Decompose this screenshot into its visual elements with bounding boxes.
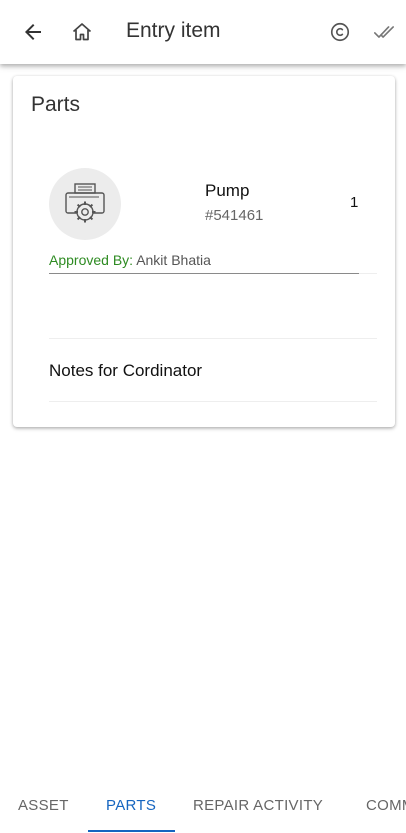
approver-name: Ankit Bhatia [136, 252, 211, 268]
approved-by-label: Approved By: [49, 252, 134, 268]
notes-for-coordinator[interactable]: Notes for Cordinator [49, 361, 202, 381]
printer-gear-icon [65, 183, 105, 223]
part-number: #541461 [205, 207, 264, 224]
divider [359, 273, 377, 274]
copyright-circle-icon [330, 22, 350, 42]
back-button[interactable] [17, 16, 49, 48]
arrow-left-icon [25, 24, 41, 40]
approval-underline [49, 273, 359, 274]
page-title: Entry item [126, 19, 221, 42]
part-avatar [49, 168, 121, 240]
app-bar: Entry item [0, 0, 406, 64]
refresh-button[interactable] [324, 16, 356, 48]
home-icon [72, 23, 92, 41]
part-list-item[interactable]: Pump #541461 1 Approved By: Ankit Bhatia [13, 166, 395, 276]
approve-button[interactable] [368, 16, 400, 48]
active-tab-indicator [88, 830, 175, 832]
divider [49, 338, 377, 339]
tab-parts[interactable]: PARTS [106, 797, 156, 814]
double-check-icon [374, 26, 394, 38]
part-quantity: 1 [350, 194, 359, 211]
home-button[interactable] [66, 16, 98, 48]
tab-repair-activity[interactable]: REPAIR ACTIVITY [193, 797, 323, 814]
tab-bar: ASSET PARTS REPAIR ACTIVITY COMMENTS [0, 784, 406, 833]
part-name: Pump [205, 181, 250, 200]
tab-comments[interactable]: COMMENTS [366, 797, 406, 814]
parts-card: Parts Pump #541461 1 Approved By: Ankit … [13, 76, 395, 427]
approval-line: Approved By: Ankit Bhatia [49, 252, 211, 268]
divider [49, 401, 377, 402]
card-title: Parts [31, 93, 81, 116]
tab-asset[interactable]: ASSET [18, 797, 69, 814]
